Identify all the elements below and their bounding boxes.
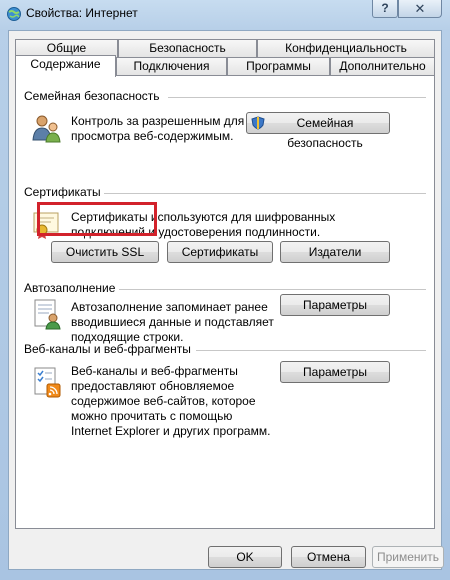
certificates-button[interactable]: Сертификаты: [167, 241, 273, 263]
tab-privacy[interactable]: Конфиденциальность: [257, 39, 435, 57]
family-safety-desc-2: просмотра веб-содержимым.: [71, 129, 234, 143]
feeds-heading: Веб-каналы и веб-фрагменты: [24, 342, 191, 356]
shield-icon: [251, 116, 265, 130]
autocomplete-heading: Автозаполнение: [24, 281, 116, 295]
window-title: Свойства: Интернет: [26, 6, 138, 20]
feeds-desc-4: можно прочитать с помощью: [71, 409, 233, 423]
tab-connections[interactable]: Подключения: [116, 57, 227, 75]
apply-button[interactable]: Применить: [372, 546, 444, 568]
section-divider: [104, 193, 426, 194]
close-button[interactable]: ✕: [398, 0, 442, 18]
cancel-button[interactable]: Отмена: [291, 546, 366, 568]
clear-ssl-button[interactable]: Очистить SSL: [51, 241, 159, 263]
internet-globe-icon: [7, 7, 21, 21]
feeds-desc-5: Internet Explorer и других программ.: [71, 424, 271, 438]
autocomplete-icon: [34, 299, 61, 330]
certificates-heading: Сертификаты: [24, 185, 101, 199]
family-safety-heading: Семейная безопасность: [24, 89, 160, 103]
feeds-desc-3: содержимое веб-сайтов, которое: [71, 394, 256, 408]
feeds-settings-button[interactable]: Параметры: [280, 361, 390, 383]
family-safety-button[interactable]: Семейная безопасность: [246, 112, 390, 150]
tab-programs[interactable]: Программы: [227, 57, 330, 75]
ok-button[interactable]: OK: [208, 546, 282, 568]
feeds-desc-2: предоставляют обновляемое: [71, 379, 235, 393]
family-safety-icon: [32, 115, 61, 143]
autocomplete-desc-2: вводившиеся данные и подставляет: [71, 315, 274, 329]
highlight-frame: [37, 202, 157, 236]
feeds-icon: [34, 367, 61, 398]
title-bar[interactable]: Свойства: Интернет ? ✕: [0, 0, 450, 28]
content-tab-panel: Семейная безопасность Контроль за разреш…: [15, 75, 435, 529]
dialog-client-area: Общие Безопасность Конфиденциальность Со…: [8, 30, 444, 570]
help-button[interactable]: ?: [372, 0, 398, 18]
autocomplete-desc-1: Автозаполнение запоминает ранее: [71, 300, 268, 314]
publishers-button[interactable]: Издатели: [280, 241, 390, 263]
tab-security[interactable]: Безопасность: [118, 39, 257, 57]
family-safety-desc-1: Контроль за разрешенным для: [71, 114, 245, 128]
section-divider: [119, 289, 426, 290]
section-divider: [196, 350, 426, 351]
tab-advanced[interactable]: Дополнительно: [330, 57, 435, 75]
feeds-desc-1: Веб-каналы и веб-фрагменты: [71, 364, 238, 378]
family-safety-button-label: Семейная безопасность: [287, 116, 363, 150]
section-divider: [168, 97, 426, 98]
internet-properties-window: Свойства: Интернет ? ✕ Общие Безопасност…: [0, 0, 450, 580]
tab-content[interactable]: Содержание: [15, 55, 116, 77]
autocomplete-settings-button[interactable]: Параметры: [280, 294, 390, 316]
